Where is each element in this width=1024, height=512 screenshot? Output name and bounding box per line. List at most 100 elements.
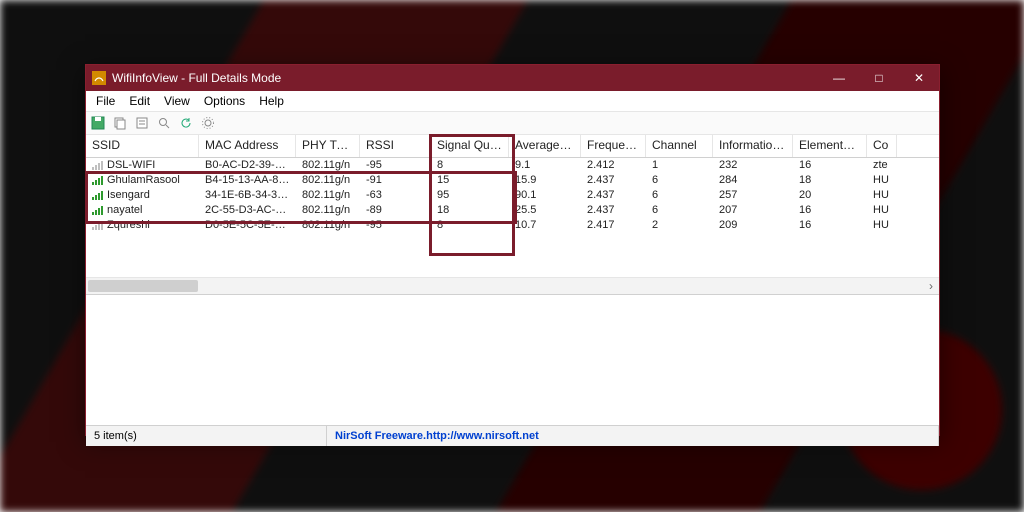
signal-icon — [92, 161, 104, 170]
table-row[interactable]: DSL-WIFIB0-AC-D2-39-4F-AF802.11g/n-9589.… — [86, 158, 939, 173]
minimize-button[interactable]: — — [819, 65, 859, 91]
cell-signal-quality: 15 — [431, 173, 509, 188]
cell-avg: 9.1 — [509, 158, 581, 173]
cell-signal-quality: 18 — [431, 203, 509, 218]
cell-rssi: -95 — [360, 158, 431, 173]
cell-signal-quality: 8 — [431, 218, 509, 233]
col-freq[interactable]: Frequency — [581, 135, 646, 157]
close-button[interactable]: ✕ — [899, 65, 939, 91]
maximize-icon: □ — [875, 71, 882, 85]
cell-co: zte — [867, 158, 897, 173]
col-avg[interactable]: Average Signal... — [509, 135, 581, 157]
minimize-icon: — — [833, 71, 845, 85]
cell-mac: D0-5E-5C-5E-A0-5C — [199, 218, 296, 233]
cell-elem: 18 — [793, 173, 867, 188]
col-info[interactable]: Information Size — [713, 135, 793, 157]
table-row[interactable]: Isengard34-1E-6B-34-3C-38802.11g/n-63959… — [86, 188, 939, 203]
signal-icon — [92, 221, 104, 230]
cell-co: HU — [867, 218, 897, 233]
cell-co: HU — [867, 188, 897, 203]
col-rssi[interactable]: RSSI — [360, 135, 431, 157]
cell-chan: 6 — [646, 173, 713, 188]
cell-freq: 2.437 — [581, 203, 646, 218]
cell-mac: 2C-55-D3-AC-3B-08 — [199, 203, 296, 218]
status-credit-text: NirSoft Freeware. — [335, 430, 426, 442]
cell-elem: 16 — [793, 203, 867, 218]
cell-avg: 25.5 — [509, 203, 581, 218]
cell-freq: 2.417 — [581, 218, 646, 233]
status-count: 5 item(s) — [94, 430, 137, 442]
titlebar[interactable]: WifiInfoView - Full Details Mode — □ ✕ — [86, 65, 939, 91]
cell-rssi: -63 — [360, 188, 431, 203]
horizontal-scrollbar[interactable]: ‹ › — [86, 277, 939, 294]
cell-phy: 802.11g/n — [296, 188, 360, 203]
signal-icon — [92, 191, 104, 200]
find-icon[interactable] — [156, 115, 172, 131]
menu-view[interactable]: View — [158, 92, 196, 110]
cell-mac: B4-15-13-AA-84-06 — [199, 173, 296, 188]
cell-ssid: DSL-WIFI — [107, 159, 155, 171]
menu-file[interactable]: File — [90, 92, 121, 110]
cell-info: 284 — [713, 173, 793, 188]
cell-avg: 90.1 — [509, 188, 581, 203]
col-mac[interactable]: MAC Address — [199, 135, 296, 157]
table-row[interactable]: nayatel 2C-55-D3-AC-3B-08802.11g/n-891825… — [86, 203, 939, 218]
cell-co: HU — [867, 203, 897, 218]
cell-rssi: -91 — [360, 173, 431, 188]
col-chan[interactable]: Channel — [646, 135, 713, 157]
signal-icon — [92, 176, 104, 185]
cell-avg: 15.9 — [509, 173, 581, 188]
cell-phy: 802.11g/n — [296, 218, 360, 233]
details-pane — [86, 294, 939, 425]
options-icon[interactable] — [200, 115, 216, 131]
cell-phy: 802.11g/n — [296, 173, 360, 188]
menu-help[interactable]: Help — [253, 92, 290, 110]
cell-ssid: nayatel — [107, 204, 142, 216]
list-body: DSL-WIFIB0-AC-D2-39-4F-AF802.11g/n-9589.… — [86, 158, 939, 233]
window-title: WifiInfoView - Full Details Mode — [112, 71, 281, 85]
copy-icon[interactable] — [112, 115, 128, 131]
cell-info: 257 — [713, 188, 793, 203]
table-row[interactable]: GhulamRasool B4-15-13-AA-84-06802.11g/n-9… — [86, 173, 939, 188]
cell-chan: 1 — [646, 158, 713, 173]
toolbar — [86, 112, 939, 135]
cell-elem: 20 — [793, 188, 867, 203]
col-phy[interactable]: PHY Type — [296, 135, 360, 157]
app-icon — [92, 71, 106, 85]
column-headers: SSID MAC Address PHY Type RSSI Signal Qu… — [86, 135, 939, 158]
menubar: File Edit View Options Help — [86, 91, 939, 112]
col-elem[interactable]: Elements Count — [793, 135, 867, 157]
cell-mac: B0-AC-D2-39-4F-AF — [199, 158, 296, 173]
cell-ssid: GhulamRasool — [107, 174, 180, 186]
col-co[interactable]: Co — [867, 135, 897, 157]
col-ssid[interactable]: SSID — [86, 135, 199, 157]
cell-co: HU — [867, 173, 897, 188]
close-icon: ✕ — [914, 71, 924, 85]
cell-rssi: -95 — [360, 218, 431, 233]
table-row[interactable]: Zqureshi D0-5E-5C-5E-A0-5C802.11g/n-95810… — [86, 218, 939, 233]
cell-signal-quality: 8 — [431, 158, 509, 173]
cell-phy: 802.11g/n — [296, 203, 360, 218]
maximize-button[interactable]: □ — [859, 65, 899, 91]
cell-avg: 10.7 — [509, 218, 581, 233]
cell-info: 207 — [713, 203, 793, 218]
cell-chan: 2 — [646, 218, 713, 233]
cell-ssid: Zqureshi — [107, 219, 150, 231]
cell-freq: 2.437 — [581, 188, 646, 203]
app-window: WifiInfoView - Full Details Mode — □ ✕ F… — [85, 64, 940, 436]
save-icon[interactable] — [90, 115, 106, 131]
properties-icon[interactable] — [134, 115, 150, 131]
menu-options[interactable]: Options — [198, 92, 251, 110]
refresh-icon[interactable] — [178, 115, 194, 131]
list-view: SSID MAC Address PHY Type RSSI Signal Qu… — [86, 135, 939, 294]
col-signal-quality[interactable]: Signal Quality — [431, 135, 509, 157]
menu-edit[interactable]: Edit — [123, 92, 156, 110]
cell-chan: 6 — [646, 188, 713, 203]
status-credit-link[interactable]: http://www.nirsoft.net — [426, 430, 539, 442]
scroll-thumb[interactable] — [88, 280, 198, 292]
cell-rssi: -89 — [360, 203, 431, 218]
cell-elem: 16 — [793, 218, 867, 233]
scroll-right-icon[interactable]: › — [923, 278, 939, 294]
cell-signal-quality: 95 — [431, 188, 509, 203]
cell-mac: 34-1E-6B-34-3C-38 — [199, 188, 296, 203]
